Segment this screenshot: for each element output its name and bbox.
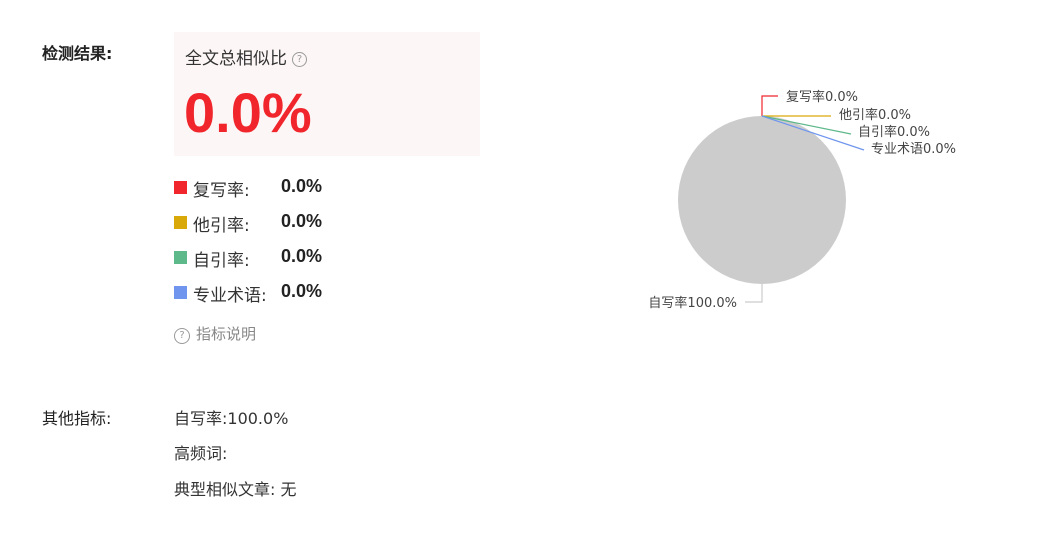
pie-label-terminology: 专业术语0.0%	[871, 142, 956, 157]
indicator-help-link[interactable]: ? 指标说明	[174, 323, 256, 344]
help-icon[interactable]: ?	[292, 52, 307, 67]
pie-label-other-citation: 他引率0.0%	[839, 107, 911, 123]
metric-value: 0.0%	[281, 176, 323, 196]
pie-label-rewrite: 复写率0.0%	[786, 89, 858, 105]
terminology-color-swatch	[174, 286, 187, 299]
metric-label: 自引率:	[193, 251, 250, 271]
metric-value: 0.0%	[281, 281, 323, 301]
metric-label: 复写率:	[193, 181, 250, 201]
detection-section-label: 检测结果:	[42, 44, 113, 63]
similarity-pie-chart: 复写率0.0% 他引率0.0% 自引率0.0% 专业术语0.0% 自写率100.…	[648, 89, 956, 311]
metric-value: 0.0%	[281, 246, 323, 266]
metric-label: 专业术语:	[193, 286, 267, 306]
self-written-rate: 自写率:100.0%	[174, 409, 289, 428]
other-citation-color-swatch	[174, 216, 187, 229]
indicator-help-label: 指标说明	[196, 325, 257, 343]
pie-label-self-written: 自写率100.0%	[648, 295, 737, 311]
typical-similar-articles: 典型相似文章: 无	[174, 480, 297, 499]
leader-line-rewrite	[761, 95, 778, 116]
leader-line-self-written	[745, 284, 763, 303]
summary-box: 全文总相似比? 0.0%	[174, 32, 480, 156]
metric-label: 他引率:	[193, 216, 250, 236]
summary-title: 全文总相似比	[185, 49, 287, 69]
rewrite-color-swatch	[174, 181, 187, 194]
other-indicators-label: 其他指标:	[42, 409, 112, 428]
self-citation-color-swatch	[174, 251, 187, 264]
pie-label-self-citation: 自引率0.0%	[858, 124, 930, 140]
help-icon: ?	[174, 328, 190, 344]
pie-slice-self-written	[678, 116, 846, 284]
total-similarity-percent: 0.0%	[184, 81, 312, 144]
metric-value: 0.0%	[281, 211, 323, 231]
summary-title-row: 全文总相似比?	[185, 44, 307, 69]
high-frequency-words: 高频词:	[174, 444, 228, 463]
